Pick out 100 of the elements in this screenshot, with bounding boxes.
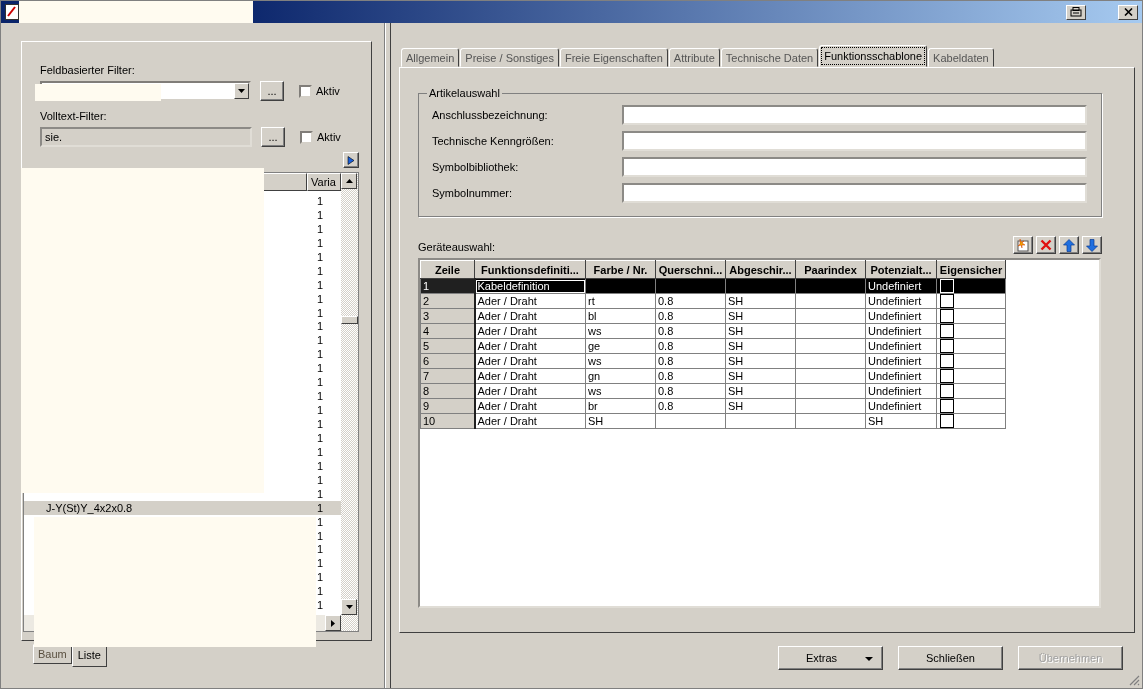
delete-button[interactable] <box>1036 236 1056 254</box>
column-header[interactable]: Funktionsdefiniti... <box>474 260 586 279</box>
table-cell: 8 <box>423 384 430 397</box>
table-cell: Undefiniert <box>868 324 922 337</box>
table-cell: SH <box>728 354 744 367</box>
column-header[interactable]: Zeile <box>420 260 475 279</box>
column-header[interactable]: Eigensicher <box>936 260 1006 279</box>
tab[interactable]: Attribute <box>668 48 720 67</box>
checkbox[interactable] <box>940 294 954 308</box>
table-cell: Ader / Draht <box>477 309 537 322</box>
table-cell: Ader / Draht <box>477 339 537 352</box>
list-row[interactable]: J-Y(St)Y_4x2x0.8 1 <box>24 500 341 515</box>
variant-cell-text: 1 <box>316 542 325 557</box>
button[interactable]: Schließen <box>898 646 1003 670</box>
variant-cell-text: 1 <box>316 375 325 390</box>
checkbox[interactable] <box>940 354 954 368</box>
active-label: Aktiv <box>316 85 340 97</box>
print-button[interactable] <box>1066 4 1086 20</box>
column-header[interactable]: Paarindex <box>795 260 866 279</box>
active-checkbox[interactable] <box>300 130 313 144</box>
table-cell: SH <box>728 384 744 397</box>
table-cell: Undefiniert <box>868 339 922 352</box>
checkbox[interactable] <box>940 324 954 338</box>
checkbox[interactable] <box>940 414 954 428</box>
column-header[interactable] <box>263 173 307 191</box>
tab[interactable]: Preise / Sonstiges <box>460 48 559 67</box>
table-cell: br <box>588 399 598 412</box>
column-header[interactable]: Abgeschir... <box>725 260 796 279</box>
table-cell: Undefiniert <box>868 384 922 397</box>
splitter[interactable] <box>384 23 391 688</box>
column-header[interactable]: Potenzialt... <box>865 260 937 279</box>
variant-cell-text: 1 <box>316 235 325 250</box>
table-cell: 9 <box>423 399 430 412</box>
input-field[interactable] <box>622 131 1087 151</box>
table-cell: SH <box>728 339 744 352</box>
checkbox[interactable] <box>940 309 954 323</box>
table-cell: 5 <box>423 339 430 352</box>
variant-cell-text: 1 <box>316 249 325 264</box>
field-label: Technische Kenngrößen: <box>432 134 555 149</box>
variant-cell-text: 1 <box>316 444 325 459</box>
table-cell: Ader / Draht <box>477 369 537 382</box>
tab[interactable]: Funktionsschablone <box>819 45 928 67</box>
vertical-scrollbar[interactable] <box>341 173 358 631</box>
scroll-right-button[interactable] <box>325 615 341 631</box>
field-label: Symbolnummer: <box>432 186 514 201</box>
tab[interactable]: Allgemein <box>401 48 460 67</box>
move-down-button[interactable] <box>1082 236 1102 254</box>
checkbox[interactable] <box>940 399 954 413</box>
scroll-thumb[interactable] <box>341 316 358 324</box>
caret-icon <box>865 657 873 661</box>
tab[interactable]: Kabeldaten <box>928 48 994 67</box>
active-checkbox[interactable] <box>299 84 312 98</box>
caret-icon <box>345 605 353 609</box>
dropdown-button[interactable] <box>234 83 249 99</box>
column-header[interactable]: Varia <box>307 173 341 191</box>
printer-icon <box>1070 7 1082 17</box>
input-field[interactable] <box>622 105 1087 125</box>
close-button[interactable] <box>1118 4 1138 20</box>
table-cell: ws <box>588 324 602 337</box>
checkbox[interactable] <box>940 369 954 383</box>
variant-cell-text: 1 <box>316 417 325 431</box>
browse-button[interactable]: ... <box>260 81 284 101</box>
table-cell: 7 <box>423 369 430 382</box>
caret-icon <box>345 179 353 183</box>
table-cell: ws <box>588 354 602 367</box>
checkbox[interactable] <box>940 384 954 398</box>
table-cell: 0.8 <box>658 354 674 367</box>
variant-cell-text: 1 <box>316 598 325 613</box>
fulltext-filter-label: Volltext-Filter: <box>40 110 108 122</box>
table-cell: 1 <box>423 279 430 292</box>
table-cell: 2 <box>423 294 430 307</box>
variant-cell-text: 1 <box>316 194 325 208</box>
checkbox[interactable] <box>940 339 954 353</box>
variant-cell-text: 1 <box>316 570 325 585</box>
menu-button[interactable]: Extras <box>778 646 883 670</box>
column-header[interactable]: Querschni... <box>655 260 726 279</box>
expand-button[interactable] <box>343 152 359 168</box>
input-field[interactable] <box>622 157 1087 177</box>
variant-cell-text: 1 <box>316 486 325 501</box>
tab[interactable]: Freie Eigenschaften <box>559 48 668 67</box>
table-cell: Undefiniert <box>868 294 922 307</box>
variant-cell-text: 1 <box>316 319 325 334</box>
table-cell: SH <box>588 414 604 427</box>
variant-cell-text: 1 <box>316 263 325 278</box>
fulltext-filter-field[interactable]: sie. <box>40 127 252 147</box>
table-cell: 3 <box>423 309 430 322</box>
input-field[interactable] <box>622 183 1087 203</box>
table-cell: Undefiniert <box>868 399 922 412</box>
variant-cell-text: 1 <box>316 556 325 571</box>
move-up-button[interactable] <box>1059 236 1079 254</box>
column-header[interactable]: Farbe / Nr. <box>585 260 656 279</box>
table-cell: 0.8 <box>658 339 674 352</box>
tab[interactable]: Technische Daten <box>720 48 819 67</box>
variant-cell-text: 1 <box>316 584 325 599</box>
new-button[interactable] <box>1013 236 1033 254</box>
table-cell: 0.8 <box>658 399 674 412</box>
browse-button[interactable]: ... <box>261 127 285 147</box>
table-cell: gn <box>588 369 601 382</box>
play-arrow-icon <box>347 155 355 165</box>
variant-cell-text: 1 <box>316 291 325 306</box>
